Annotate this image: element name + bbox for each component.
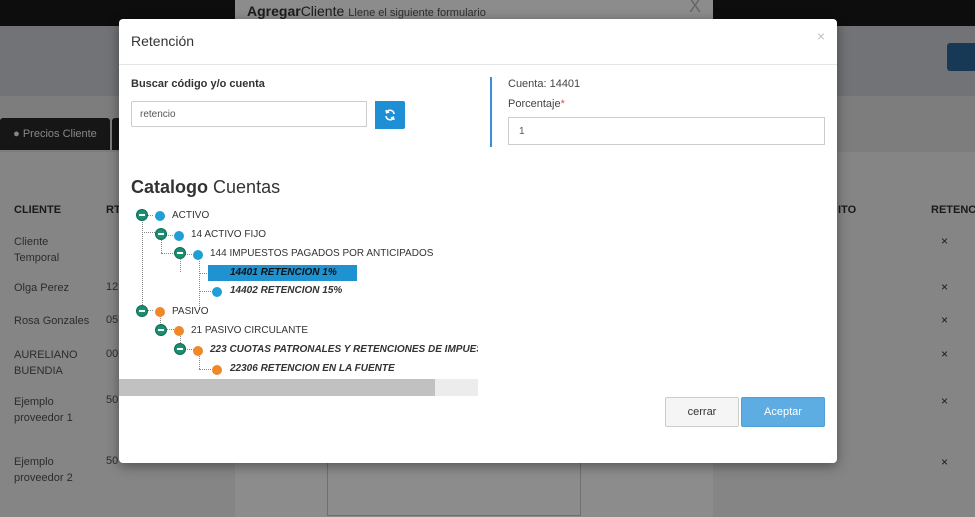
pasivo-node-icon — [193, 346, 203, 356]
tree-connector — [199, 261, 200, 310]
close-icon[interactable]: × — [817, 28, 825, 44]
porcentaje-label: Porcentaje* — [508, 98, 565, 110]
tree-node-14401-selected[interactable]: 14401 RETENCION 1% — [208, 265, 357, 281]
porcentaje-input[interactable] — [508, 117, 825, 145]
tree-connector — [142, 232, 155, 233]
collapse-toggle-icon[interactable] — [136, 305, 148, 317]
tree-node-activo-fijo[interactable]: 14 ACTIVO FIJO — [191, 227, 266, 243]
tree-connector — [199, 369, 211, 370]
scrollbar-thumb[interactable] — [119, 379, 435, 396]
collapse-toggle-icon[interactable] — [155, 324, 167, 336]
tree-node-22306[interactable]: 22306 RETENCION EN LA FUENTE — [230, 361, 395, 377]
tree-node-pasivo-circulante[interactable]: 21 PASIVO CIRCULANTE — [191, 323, 308, 339]
activo-node-icon — [193, 250, 203, 260]
tree-connector — [199, 291, 211, 292]
pasivo-node-icon — [155, 307, 165, 317]
cuenta-value: Cuenta: 14401 — [508, 78, 581, 90]
search-label: Buscar código y/o cuenta — [131, 78, 265, 90]
collapse-toggle-icon[interactable] — [174, 247, 186, 259]
refresh-icon — [385, 109, 395, 121]
tree-connector — [142, 213, 143, 309]
catalog-title-rest: Cuentas — [213, 177, 281, 197]
activo-node-icon — [174, 231, 184, 241]
catalog-title-bold: Catalogo — [131, 177, 209, 197]
pasivo-node-icon — [212, 365, 222, 375]
modal-title: Retención — [131, 33, 195, 49]
tree-node-pasivo[interactable]: PASIVO — [172, 304, 209, 320]
refresh-button[interactable] — [375, 101, 405, 129]
vertical-divider — [490, 77, 492, 147]
tree-node-14402[interactable]: 14402 RETENCION 15% — [230, 283, 342, 299]
collapse-toggle-icon[interactable] — [136, 209, 148, 221]
retencion-modal: Retención × Buscar código y/o cuenta Cue… — [119, 19, 837, 463]
catalog-title: Catalogo Cuentas — [131, 177, 280, 198]
porcentaje-label-text: Porcentaje — [508, 98, 561, 110]
collapse-toggle-icon[interactable] — [174, 343, 186, 355]
activo-node-icon — [212, 287, 222, 297]
cerrar-button[interactable]: cerrar — [665, 397, 739, 427]
tree-connector — [161, 253, 175, 254]
tree-horizontal-scrollbar[interactable] — [119, 379, 478, 396]
aceptar-button[interactable]: Aceptar — [741, 397, 825, 427]
account-tree: ACTIVO 14 ACTIVO FIJO 144 IMPUESTOS PAGA… — [119, 205, 478, 381]
tree-node-activo[interactable]: ACTIVO — [172, 208, 209, 224]
modal-header: Retención × — [119, 19, 837, 65]
required-mark: * — [560, 98, 565, 110]
search-input[interactable] — [131, 101, 367, 127]
pasivo-node-icon — [174, 326, 184, 336]
tree-node-144[interactable]: 144 IMPUESTOS PAGADOS POR ANTICIPADOS — [210, 246, 433, 262]
collapse-toggle-icon[interactable] — [155, 228, 167, 240]
activo-node-icon — [155, 211, 165, 221]
tree-node-223[interactable]: 223 CUOTAS PATRONALES Y RETENCIONES DE I… — [210, 342, 478, 358]
